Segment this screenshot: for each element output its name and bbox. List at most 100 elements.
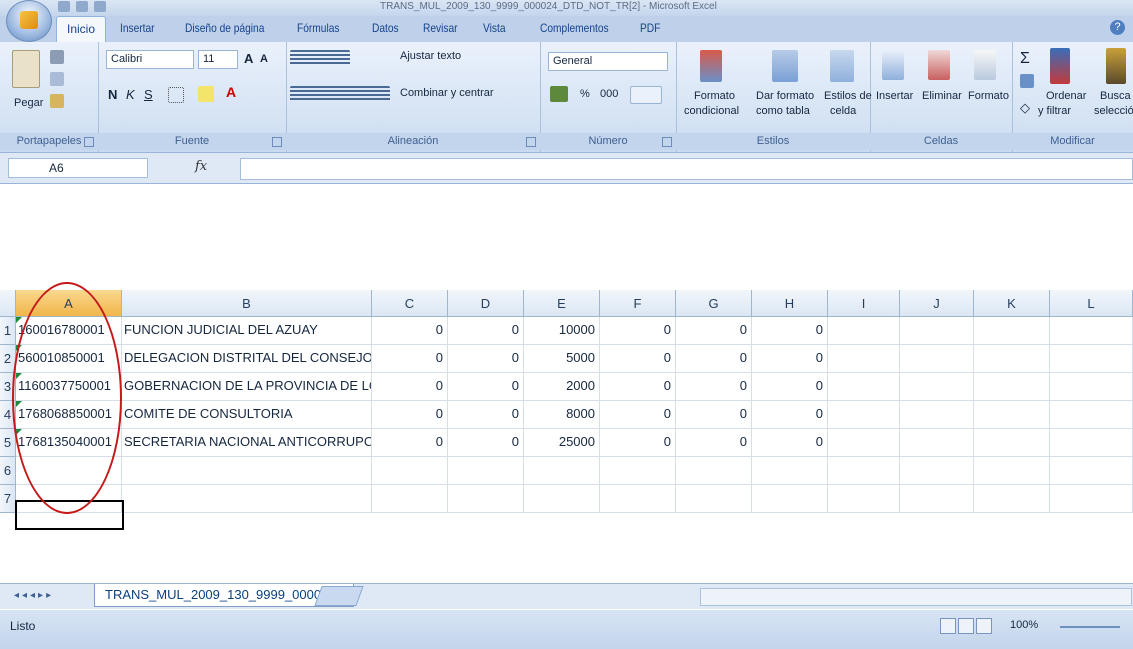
merge-center-button[interactable]: Combinar y centrar bbox=[400, 87, 494, 99]
table-cell[interactable]: 560010850001 bbox=[16, 345, 122, 373]
tab-insertar[interactable]: Insertar bbox=[120, 21, 155, 35]
page-layout-view-icon[interactable] bbox=[958, 618, 974, 634]
table-cell[interactable] bbox=[676, 457, 752, 485]
horizontal-align-icons[interactable] bbox=[290, 86, 390, 102]
table-cell[interactable]: 0 bbox=[676, 317, 752, 345]
table-cell[interactable]: 1768068850001 bbox=[16, 401, 122, 429]
launcher-icon[interactable] bbox=[662, 137, 672, 147]
bold-button[interactable]: N bbox=[108, 87, 117, 102]
table-cell[interactable] bbox=[900, 317, 974, 345]
table-cell[interactable] bbox=[974, 373, 1050, 401]
sort-filter-label-2[interactable]: y filtrar bbox=[1038, 105, 1071, 117]
fill-icon[interactable] bbox=[1020, 74, 1034, 88]
table-cell[interactable]: 2000 bbox=[524, 373, 600, 401]
autosum-icon[interactable]: Σ bbox=[1020, 50, 1030, 68]
tab-inicio[interactable]: Inicio bbox=[56, 16, 107, 42]
table-cell[interactable]: DELEGACION DISTRITAL DEL CONSEJO NACI bbox=[122, 345, 372, 373]
horizontal-scrollbar[interactable] bbox=[700, 588, 1132, 606]
table-cell[interactable] bbox=[974, 429, 1050, 457]
table-cell[interactable] bbox=[1050, 457, 1133, 485]
table-cell[interactable]: 0 bbox=[600, 401, 676, 429]
table-cell[interactable] bbox=[974, 401, 1050, 429]
table-cell[interactable]: 0 bbox=[676, 373, 752, 401]
formula-input[interactable] bbox=[240, 158, 1133, 180]
sort-filter-label[interactable]: Ordenar bbox=[1046, 90, 1086, 102]
table-cell[interactable] bbox=[900, 429, 974, 457]
tab-diseno-pagina[interactable]: Diseño de página bbox=[185, 21, 264, 35]
normal-view-icon[interactable] bbox=[940, 618, 956, 634]
table-cell[interactable]: 0 bbox=[676, 401, 752, 429]
table-cell[interactable]: 1768135040001 bbox=[16, 429, 122, 457]
table-cell[interactable] bbox=[900, 373, 974, 401]
table-cell[interactable]: 8000 bbox=[524, 401, 600, 429]
currency-icon[interactable] bbox=[550, 86, 568, 102]
table-cell[interactable] bbox=[752, 457, 828, 485]
column-header-d[interactable]: D bbox=[448, 290, 524, 317]
table-cell[interactable] bbox=[676, 485, 752, 513]
table-cell[interactable] bbox=[122, 457, 372, 485]
column-header-h[interactable]: H bbox=[752, 290, 828, 317]
row-header[interactable]: 4 bbox=[0, 401, 16, 429]
table-cell[interactable] bbox=[900, 345, 974, 373]
row-header[interactable]: 6 bbox=[0, 457, 16, 485]
conditional-format-label-2[interactable]: condicional bbox=[684, 105, 739, 117]
table-cell[interactable]: COMITE DE CONSULTORIA bbox=[122, 401, 372, 429]
table-cell[interactable]: 0 bbox=[752, 373, 828, 401]
font-color-icon[interactable]: A bbox=[226, 84, 236, 100]
column-header-l[interactable]: L bbox=[1050, 290, 1133, 317]
table-cell[interactable] bbox=[1050, 485, 1133, 513]
insert-sheet-icon[interactable] bbox=[314, 586, 364, 606]
decimal-buttons-icon[interactable] bbox=[630, 86, 662, 104]
find-select-label[interactable]: Busca bbox=[1100, 90, 1131, 102]
find-select-label-2[interactable]: selecció bbox=[1094, 105, 1133, 117]
italic-button[interactable]: K bbox=[126, 87, 135, 102]
table-cell[interactable] bbox=[524, 457, 600, 485]
font-size-select[interactable]: 11 bbox=[198, 50, 238, 69]
table-cell[interactable] bbox=[1050, 317, 1133, 345]
table-cell[interactable] bbox=[974, 485, 1050, 513]
tab-datos[interactable]: Datos bbox=[372, 21, 399, 35]
redo-icon[interactable] bbox=[94, 1, 106, 12]
table-cell[interactable] bbox=[752, 485, 828, 513]
table-cell[interactable] bbox=[828, 429, 900, 457]
row-header[interactable]: 2 bbox=[0, 345, 16, 373]
table-cell[interactable] bbox=[448, 485, 524, 513]
clear-icon[interactable]: ◇ bbox=[1020, 100, 1030, 116]
table-cell[interactable] bbox=[600, 485, 676, 513]
table-cell[interactable]: 0 bbox=[448, 345, 524, 373]
copy-icon[interactable] bbox=[50, 72, 64, 86]
undo-icon[interactable] bbox=[76, 1, 88, 12]
table-cell[interactable]: 160016780001 bbox=[16, 317, 122, 345]
find-select-icon[interactable] bbox=[1106, 48, 1126, 84]
table-cell[interactable] bbox=[828, 457, 900, 485]
cell-styles-label-2[interactable]: celda bbox=[830, 105, 856, 117]
office-button[interactable] bbox=[6, 0, 52, 42]
table-cell[interactable] bbox=[122, 485, 372, 513]
save-icon[interactable] bbox=[58, 1, 70, 12]
tab-vista[interactable]: Vista bbox=[483, 21, 505, 35]
format-cells-icon[interactable] bbox=[974, 50, 996, 80]
table-cell[interactable] bbox=[372, 485, 448, 513]
table-cell[interactable]: 10000 bbox=[524, 317, 600, 345]
table-cell[interactable]: 0 bbox=[372, 317, 448, 345]
row-header[interactable]: 7 bbox=[0, 485, 16, 513]
column-header-a[interactable]: A bbox=[16, 290, 122, 317]
borders-icon[interactable] bbox=[168, 87, 184, 103]
column-header-i[interactable]: I bbox=[828, 290, 900, 317]
zoom-level[interactable]: 100% bbox=[1010, 619, 1038, 631]
format-table-label-2[interactable]: como tabla bbox=[756, 105, 810, 117]
conditional-format-icon[interactable] bbox=[700, 50, 722, 82]
table-cell[interactable] bbox=[828, 401, 900, 429]
tab-complementos[interactable]: Complementos bbox=[540, 21, 609, 35]
table-cell[interactable] bbox=[1050, 345, 1133, 373]
column-header-c[interactable]: C bbox=[372, 290, 448, 317]
percent-button[interactable]: % bbox=[580, 88, 590, 100]
vertical-align-icons[interactable] bbox=[290, 50, 350, 66]
format-painter-icon[interactable] bbox=[50, 94, 64, 108]
sort-filter-icon[interactable] bbox=[1050, 48, 1070, 84]
table-cell[interactable]: GOBERNACION DE LA PROVINCIA DE LOJA bbox=[122, 373, 372, 401]
table-cell[interactable]: 0 bbox=[600, 429, 676, 457]
cut-icon[interactable] bbox=[50, 50, 64, 64]
table-cell[interactable] bbox=[372, 457, 448, 485]
table-cell[interactable]: 0 bbox=[600, 373, 676, 401]
